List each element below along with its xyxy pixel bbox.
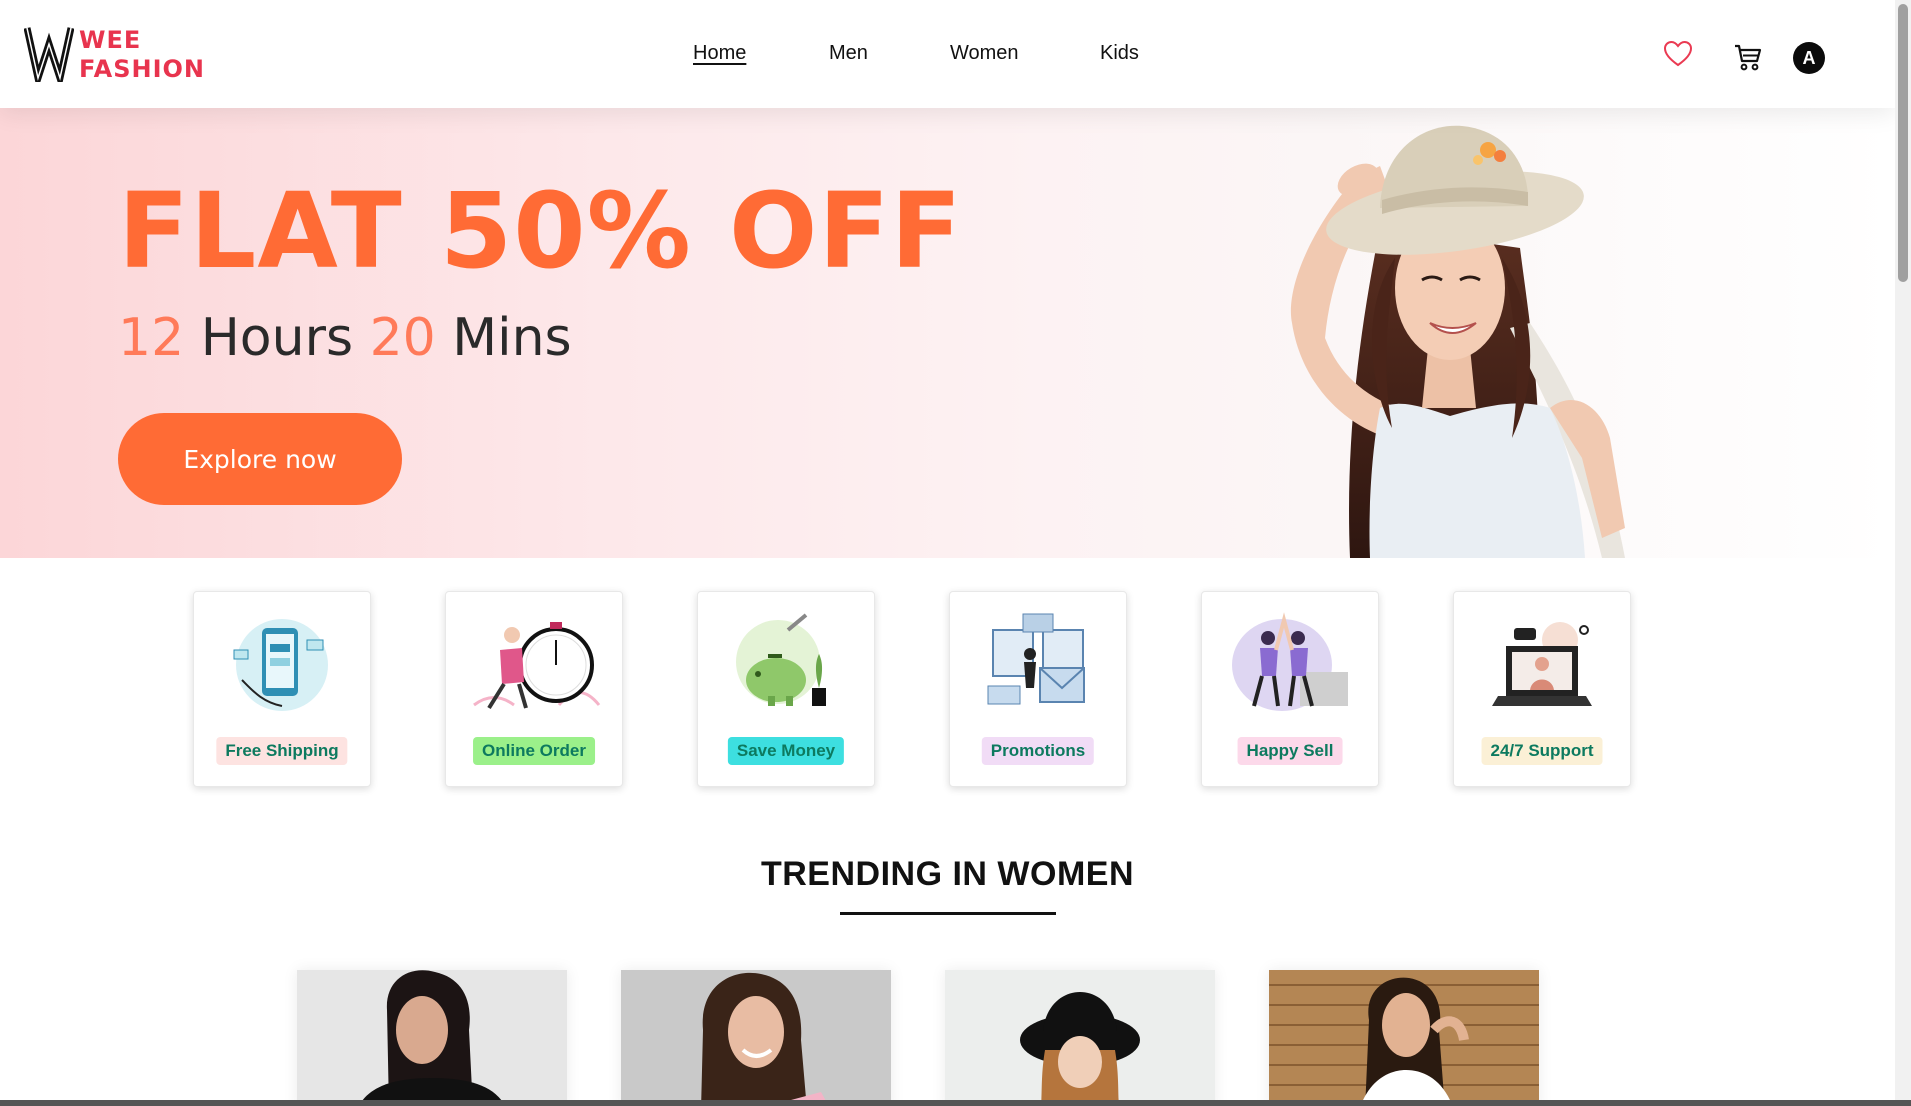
feature-badge-online-order: Online Order [473,737,595,765]
nav-women[interactable]: Women [950,42,1019,65]
window-bottom-edge [0,1100,1911,1106]
support-illustration [1492,622,1592,706]
happy-sell-illustration [1232,612,1348,711]
feature-badge-support: 24/7 Support [1481,737,1603,765]
nav-men[interactable]: Men [829,42,868,65]
online-order-illustration [473,622,601,710]
timer-hours-label: Hours [200,308,354,368]
product-image-2 [701,972,826,1100]
scrollbar-thumb[interactable] [1898,4,1908,282]
save-money-illustration [736,613,826,706]
feature-badge-save-money: Save Money [727,737,845,765]
trending-title-underline [840,912,1056,915]
feature-card-promotions[interactable]: Promotions [949,591,1127,787]
timer-mins: 20 [369,308,436,368]
free-shipping-illustration [233,619,328,711]
product-image-4 [1269,977,1539,1100]
main-nav: Home Men Women Kids [0,42,1895,72]
product-card-2[interactable] [621,970,891,1100]
user-avatar[interactable]: A [1793,42,1825,74]
hero-model-image [1290,125,1625,558]
product-card-3[interactable] [945,970,1215,1100]
feature-badge-promotions: Promotions [981,737,1095,765]
page-scrollbar[interactable] [1895,0,1911,1106]
page: WEE FASHION Home Men Women Kids A FLAT 5… [0,0,1895,1100]
nav-kids[interactable]: Kids [1100,42,1139,65]
product-card-1[interactable] [297,970,567,1100]
cart-icon[interactable] [1733,42,1763,72]
feature-card-save-money[interactable]: Save Money [697,591,875,787]
hero-banner: FLAT 50% OFF 12 Hours 20 Mins Explore no… [0,108,1895,558]
feature-card-online-order[interactable]: Online Order [445,591,623,787]
site-header: WEE FASHION Home Men Women Kids A [0,0,1895,108]
feature-card-happy-sell[interactable]: Happy Sell [1201,591,1379,787]
timer-mins-label: Mins [452,308,572,368]
product-image-3 [1020,992,1140,1100]
countdown-timer: 12 Hours 20 Mins [118,308,572,368]
promotions-illustration [987,613,1085,705]
product-image-1 [362,970,502,1100]
feature-card-support[interactable]: 24/7 Support [1453,591,1631,787]
product-card-4[interactable] [1269,970,1539,1100]
feature-card-free-shipping[interactable]: Free Shipping [193,591,371,787]
trending-title: TRENDING IN WOMEN [760,855,1135,893]
feature-badge-free-shipping: Free Shipping [216,737,348,765]
timer-hours: 12 [118,308,185,368]
nav-home[interactable]: Home [693,42,746,65]
hero-title: FLAT 50% OFF [118,170,963,292]
heart-icon[interactable] [1663,40,1693,68]
explore-now-button[interactable]: Explore now [118,413,402,505]
feature-badge-happy-sell: Happy Sell [1237,737,1343,765]
